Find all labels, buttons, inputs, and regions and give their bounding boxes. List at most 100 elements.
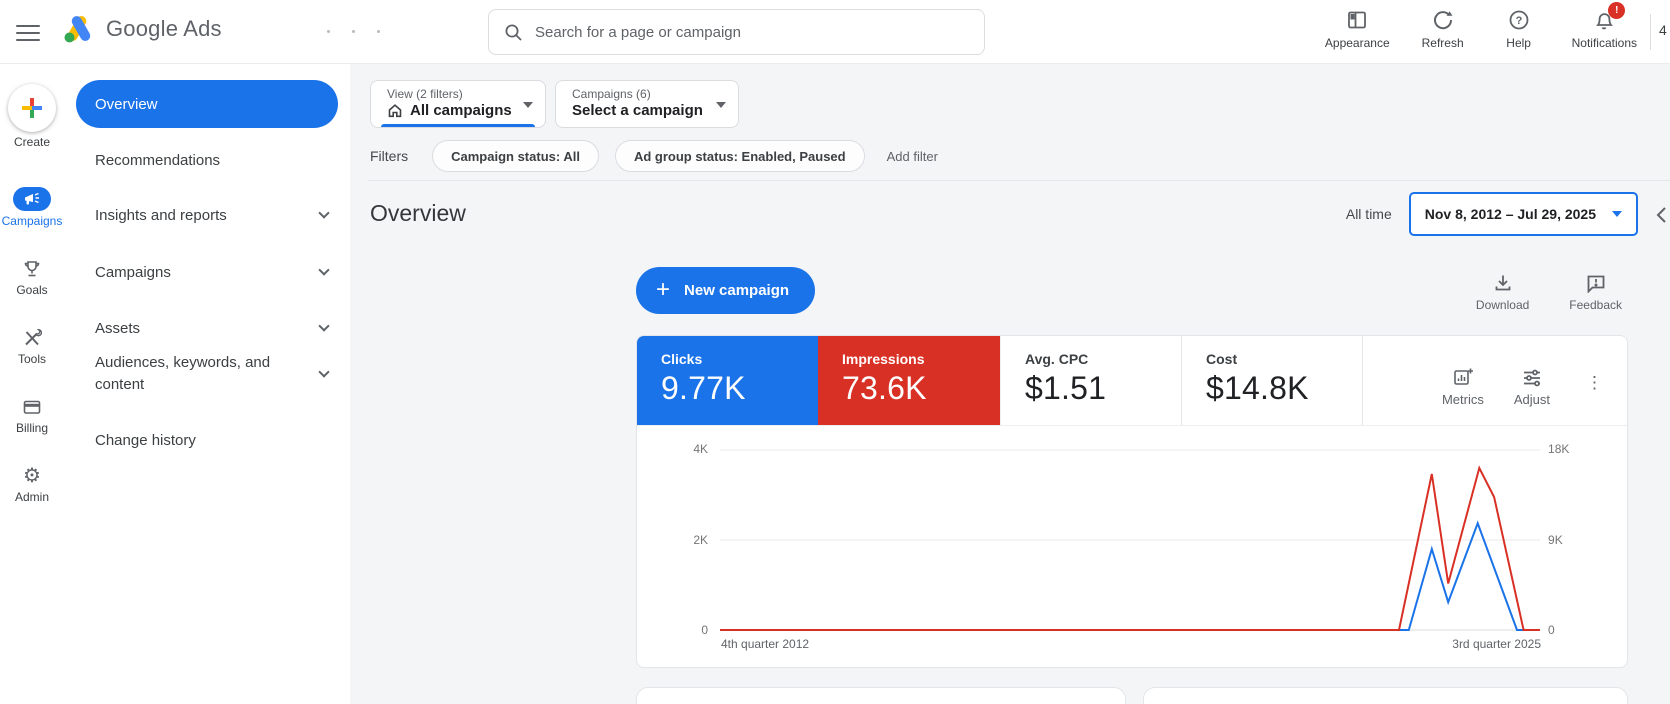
google-ads-logo[interactable]: Google Ads	[62, 14, 222, 44]
overview-chart-svg	[720, 449, 1540, 631]
campaign-selector[interactable]: Campaigns (6) Select a campaign	[555, 80, 739, 128]
view-selector[interactable]: View (2 filters) All campaigns	[370, 80, 546, 128]
search-icon	[503, 22, 523, 42]
campaigns-card: Campaigns ⋮	[1143, 687, 1628, 704]
y-axis-right: 18K 9K 0	[1540, 449, 1627, 631]
subnav-item-recommendations[interactable]: Recommendations	[95, 148, 332, 172]
cost-value: $14.8K	[1206, 370, 1362, 407]
topbar-divider	[1650, 14, 1651, 50]
page-title: Overview	[370, 200, 466, 227]
feedback-label: Feedback	[1569, 298, 1622, 312]
download-button[interactable]: Download	[1476, 273, 1529, 312]
plus-icon: +	[656, 278, 670, 302]
trophy-icon	[22, 258, 42, 280]
avg-cpc-value: $1.51	[1025, 370, 1181, 407]
subnav-item-change-history[interactable]: Change history	[95, 428, 332, 452]
billing-label: Billing	[16, 421, 48, 435]
view-selector-label: View (2 filters)	[387, 87, 515, 101]
chart-overflow-menu-icon[interactable]: ⋮	[1580, 366, 1609, 400]
y-left-tick-4k: 4K	[693, 442, 708, 456]
assets-nav-label: Assets	[95, 320, 140, 337]
impressions-label: Impressions	[842, 351, 1000, 367]
chart-body: 4K 2K 0 18K	[637, 426, 1627, 651]
subnav-item-overview[interactable]: Overview	[76, 80, 338, 128]
overview-nav-label: Overview	[95, 96, 158, 113]
insights-nav-label: Insights and reports	[95, 207, 227, 224]
scorecard-clicks[interactable]: Clicks 9.77K	[637, 336, 818, 425]
scorecard-cost[interactable]: Cost $14.8K	[1181, 336, 1362, 425]
y-right-tick-0: 0	[1548, 623, 1555, 637]
refresh-icon	[1432, 8, 1454, 32]
actions-row: + New campaign Download	[636, 267, 1628, 315]
scorecard-impressions[interactable]: Impressions 73.6K	[818, 336, 1000, 425]
refresh-button[interactable]: Refresh	[1420, 8, 1466, 50]
subnav-item-audiences-keywords-content[interactable]: Audiences, keywords, and content	[95, 352, 332, 396]
help-icon: ?	[1508, 8, 1530, 32]
recommendation-card-menu-icon[interactable]: ⋮	[1082, 698, 1111, 704]
overview-header: Overview All time Nov 8, 2012 – Jul 29, …	[350, 192, 1670, 238]
appearance-label: Appearance	[1325, 36, 1390, 50]
x-axis-labels: 4th quarter 2012 3rd quarter 2025	[721, 637, 1541, 651]
appearance-icon	[1346, 8, 1368, 32]
y-axis-left: 4K 2K 0	[637, 449, 720, 631]
help-label: Help	[1506, 36, 1531, 50]
create-button-wrap: Create	[8, 64, 56, 149]
rail-item-campaigns[interactable]: Campaigns	[2, 187, 63, 228]
subnav-item-insights-and-reports[interactable]: Insights and reports	[95, 203, 332, 227]
clicks-label: Clicks	[661, 351, 818, 367]
dropdown-caret-icon	[716, 102, 726, 108]
campaigns-subnav: Overview Recommendations Insights and re…	[64, 64, 350, 704]
filters-label: Filters	[370, 148, 408, 164]
date-range-picker[interactable]: Nov 8, 2012 – Jul 29, 2025	[1409, 192, 1638, 236]
rail-item-admin[interactable]: ⚙ Admin	[15, 465, 49, 504]
date-preset-label: All time	[1346, 206, 1392, 222]
new-campaign-button[interactable]: + New campaign	[636, 267, 815, 314]
campaign-selector-value: Select a campaign	[572, 102, 703, 119]
account-id-partial: 4	[1659, 22, 1667, 38]
global-search[interactable]	[488, 9, 985, 55]
recommendation-card: Recommendation ⋮	[636, 687, 1126, 704]
help-button[interactable]: ? Help	[1496, 8, 1542, 50]
feedback-button[interactable]: Feedback	[1569, 273, 1622, 312]
credit-card-icon	[22, 396, 42, 418]
notifications-button[interactable]: ! Notifications	[1572, 8, 1637, 50]
chevron-down-icon	[318, 207, 329, 218]
filter-chip-ad-group-status[interactable]: Ad group status: Enabled, Paused	[615, 140, 865, 172]
chevron-left-icon[interactable]	[1656, 206, 1668, 224]
filter-chip-campaign-status[interactable]: Campaign status: All	[432, 140, 599, 172]
topbar-actions: Appearance Refresh ? Help	[1325, 8, 1637, 50]
rail-item-tools[interactable]: Tools	[18, 327, 46, 366]
refresh-label: Refresh	[1422, 36, 1464, 50]
x-axis-end-label: 3rd quarter 2025	[1452, 637, 1541, 651]
subnav-item-campaigns[interactable]: Campaigns	[95, 260, 332, 284]
notifications-bell-icon: !	[1593, 8, 1615, 32]
home-icon	[387, 103, 403, 118]
chevron-down-icon	[318, 366, 329, 377]
subnav-item-assets[interactable]: Assets	[95, 316, 332, 340]
appearance-button[interactable]: Appearance	[1325, 8, 1390, 50]
add-filter-button[interactable]: Add filter	[887, 149, 938, 164]
create-button[interactable]	[8, 84, 56, 132]
metrics-button[interactable]: Metrics	[1442, 366, 1484, 407]
scorecard-avg-cpc[interactable]: Avg. CPC $1.51	[1000, 336, 1181, 425]
main-menu-icon[interactable]	[16, 20, 44, 44]
plus-multicolor-icon	[20, 96, 44, 120]
search-input[interactable]	[535, 24, 970, 41]
svg-text:?: ?	[1515, 15, 1522, 27]
tools-icon	[22, 327, 42, 349]
navigation-rail: Create Campaigns	[0, 64, 64, 704]
series-impressions	[720, 468, 1540, 630]
create-label: Create	[14, 135, 50, 149]
campaigns-card-menu-icon[interactable]: ⋮	[1584, 698, 1613, 704]
dropdown-caret-icon	[1612, 211, 1622, 217]
megaphone-icon	[13, 187, 51, 211]
bottom-cards-row: Recommendation ⋮ Campaigns	[636, 687, 1628, 704]
adjust-button[interactable]: Adjust	[1514, 366, 1550, 407]
y-left-tick-0: 0	[701, 623, 708, 637]
rail-item-goals[interactable]: Goals	[16, 258, 47, 297]
notifications-label: Notifications	[1572, 36, 1637, 50]
chart-tools: Metrics	[1362, 336, 1627, 425]
time-series-plot	[720, 449, 1540, 631]
campaigns-nav-label: Campaigns	[95, 264, 171, 281]
rail-item-billing[interactable]: Billing	[16, 396, 48, 435]
